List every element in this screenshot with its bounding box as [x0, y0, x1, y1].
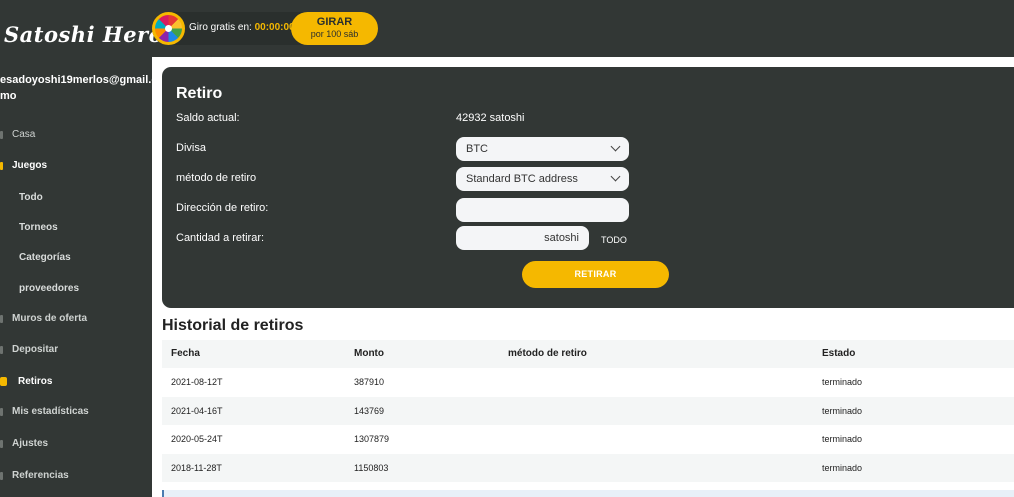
cell-fecha: 2021-08-12T — [171, 377, 223, 387]
sidebar-item-label: proveedores — [19, 283, 80, 294]
history-title: Historial de retiros — [162, 317, 304, 334]
column-header-estado: Estado — [822, 348, 856, 359]
balance-value: 42932 satoshi — [456, 112, 525, 124]
sidebar-item-referencias[interactable]: Referencias — [0, 468, 152, 486]
cell-estado: terminado — [822, 377, 863, 387]
sidebar-item-label: Todo — [19, 192, 43, 203]
address-input[interactable] — [456, 198, 629, 222]
table-row: 2021-04-16T 143769 terminado — [162, 396, 1014, 425]
amount-label: Cantidad a retirar: — [176, 232, 265, 244]
table-row: 2020-05-24T 1307879 terminado — [162, 425, 1014, 454]
chevron-down-icon — [610, 171, 621, 182]
amount-unit: satoshi — [544, 232, 579, 244]
free-spin-label: Giro gratis en: — [189, 22, 252, 33]
sidebar-item-proveedores[interactable]: proveedores — [0, 281, 152, 299]
cell-estado: terminado — [822, 434, 863, 444]
cell-monto: 387910 — [354, 377, 385, 387]
column-header-monto: Monto — [354, 348, 384, 359]
user-email: esadoyoshi19merlos@gmail.com — [0, 74, 174, 86]
table-row: 2018-11-28T 1150803 terminado — [162, 453, 1014, 482]
sidebar-item-label: Casa — [12, 129, 36, 140]
sidebar-item-categorias[interactable]: Categorías — [0, 250, 152, 268]
sidebar-item-casa[interactable]: Casa — [0, 127, 152, 145]
sidebar-item-retiros[interactable]: Retiros — [0, 374, 152, 392]
sidebar-item-todo[interactable]: Todo — [0, 190, 152, 208]
bullet-icon — [0, 346, 3, 354]
sidebar: esadoyoshi19merlos@gmail.com mo Casa Jue… — [0, 57, 174, 497]
withdraw-button[interactable]: RETIRAR — [522, 261, 669, 288]
sidebar-item-label: Depositar — [12, 344, 59, 355]
panel-title: Retiro — [176, 85, 223, 102]
method-select-value: Standard BTC address — [466, 173, 578, 185]
history-table: Fecha Monto método de retiro Estado 2021… — [162, 340, 1014, 482]
table-header: Fecha Monto método de retiro Estado — [162, 340, 1014, 368]
sidebar-item-label: Categorías — [19, 252, 71, 263]
currency-select[interactable]: BTC — [456, 137, 629, 161]
sidebar-item-mis-estadisticas[interactable]: Mis estadísticas — [0, 404, 152, 422]
method-label: método de retiro — [176, 172, 257, 184]
sidebar-item-label: Ajustes — [12, 438, 49, 449]
cell-monto: 1307879 — [354, 434, 390, 444]
sidebar-item-label: Mis estadísticas — [12, 406, 89, 417]
sidebar-item-label: Juegos — [12, 160, 48, 171]
bullet-icon — [0, 408, 3, 416]
amount-input[interactable]: satoshi — [456, 226, 589, 250]
wheel-icon — [152, 12, 185, 45]
withdraw-panel: Retiro Saldo actual: 42932 satoshi Divis… — [162, 67, 1014, 308]
cell-monto: 1150803 — [354, 462, 389, 473]
sidebar-item-muros-de-oferta[interactable]: Muros de oferta — [0, 311, 152, 329]
site-logo[interactable]: Satoshi Hero — [4, 22, 163, 47]
spin-button-cost: por 100 sáb — [310, 29, 359, 39]
bullet-icon — [0, 472, 3, 480]
sidebar-item-label: Muros de oferta — [12, 313, 88, 324]
user-name: mo — [0, 90, 17, 102]
spin-button[interactable]: GIRAR por 100 sáb — [291, 12, 378, 45]
cell-fecha: 2018-11-28T — [171, 462, 222, 473]
method-select[interactable]: Standard BTC address — [456, 167, 629, 191]
chevron-down-icon — [610, 141, 621, 152]
bullet-icon — [0, 440, 3, 448]
top-bar: Satoshi Hero Giro gratis en: 00:00:00 GI… — [0, 0, 1014, 57]
address-label: Dirección de retiro: — [176, 202, 269, 214]
currency-label: Divisa — [176, 142, 206, 154]
withdraw-all-button[interactable]: TODO — [601, 235, 627, 245]
currency-select-value: BTC — [466, 143, 488, 155]
bullet-icon — [0, 315, 3, 323]
cell-fecha: 2021-04-16T — [171, 405, 223, 416]
cell-monto: 143769 — [354, 405, 385, 416]
free-spin-text: Giro gratis en: 00:00:00 — [189, 22, 295, 33]
notice-strip — [162, 490, 1014, 497]
sidebar-item-torneos[interactable]: Torneos — [0, 220, 152, 238]
sidebar-item-label: Torneos — [19, 222, 58, 233]
column-header-fecha: Fecha — [171, 348, 200, 359]
sidebar-item-juegos[interactable]: Juegos — [0, 158, 152, 176]
sidebar-item-ajustes[interactable]: Ajustes — [0, 436, 152, 454]
spin-button-label: GIRAR — [316, 16, 353, 28]
column-header-metodo: método de retiro — [508, 348, 587, 359]
bullet-icon — [0, 162, 3, 170]
balance-label: Saldo actual: — [176, 112, 240, 124]
wallet-icon — [0, 377, 7, 386]
sidebar-item-depositar[interactable]: Depositar — [0, 342, 152, 360]
table-row: 2021-08-12T 387910 terminado — [162, 368, 1014, 397]
cell-fecha: 2020-05-24T — [171, 434, 223, 444]
free-spin-timer: 00:00:00 — [254, 22, 295, 33]
sidebar-item-label: Referencias — [12, 470, 69, 481]
sidebar-item-label: Retiros — [18, 376, 53, 387]
free-spin-widget: Giro gratis en: 00:00:00 GIRAR por 100 s… — [152, 12, 378, 45]
bullet-icon — [0, 131, 3, 139]
cell-estado: terminado — [822, 462, 863, 473]
cell-estado: terminado — [822, 405, 863, 416]
